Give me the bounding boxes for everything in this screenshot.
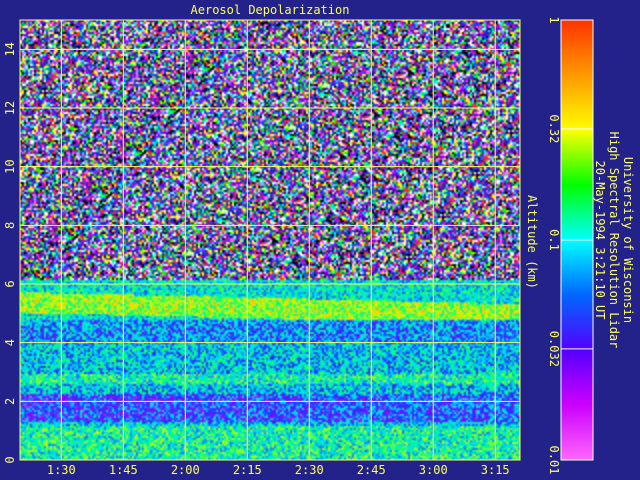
y-tick-label: 8 bbox=[3, 222, 17, 229]
colorbar-tick-label: 0.01 bbox=[547, 446, 561, 475]
y-tick-label: 14 bbox=[3, 42, 17, 56]
y-axis-ticks: 0 2 4 6 8 10 12 14 bbox=[3, 42, 17, 464]
y-tick-label: 10 bbox=[3, 159, 17, 173]
x-tick-label: 2:15 bbox=[233, 463, 262, 477]
colorbar-tick-label: 0.32 bbox=[547, 114, 561, 143]
colorbar-tick-label: 0.1 bbox=[547, 229, 561, 251]
annotation-line2: High Spectral Resolution Lidar bbox=[607, 132, 621, 349]
x-tick-label: 3:00 bbox=[419, 463, 448, 477]
depolarization-chart: Aerosol Depolarization 02468101214 1:30 1… bbox=[3, 3, 635, 477]
annotation-block: University of Wisconsin High Spectral Re… bbox=[593, 132, 635, 349]
y-axis-label: Altitude (km) bbox=[525, 195, 539, 289]
x-tick-label: 1:30 bbox=[47, 463, 76, 477]
y-tick-label: 0 bbox=[3, 456, 17, 463]
x-tick-label: 2:30 bbox=[295, 463, 324, 477]
annotation-line1: University of Wisconsin bbox=[621, 157, 635, 323]
x-tick-label: 2:45 bbox=[357, 463, 386, 477]
heatmap-image bbox=[20, 20, 520, 460]
x-tick-label: 2:00 bbox=[171, 463, 200, 477]
annotation-line3: 20-May-1994 3:21:10 UT bbox=[593, 161, 607, 320]
y-tick-label: 2 bbox=[3, 398, 17, 405]
colorbar-tick-label: 1 bbox=[547, 16, 561, 23]
x-tick-label: 3:15 bbox=[481, 463, 510, 477]
y-tick-label: 4 bbox=[3, 339, 17, 346]
y-tick-label: 12 bbox=[3, 101, 17, 115]
colorbar-tick-label: 0.032 bbox=[547, 331, 561, 367]
lidar-chart-stage: Aerosol Depolarization 0 2 4 6 8 10 12 14 1:30 1… bbox=[0, 0, 640, 480]
x-tick-label: 1:45 bbox=[109, 463, 138, 477]
chart-title: Aerosol Depolarization bbox=[191, 3, 350, 17]
y-tick-label: 6 bbox=[3, 280, 17, 287]
x-axis-ticks: 1:30 1:45 2:00 2:15 2:30 2:45 3:00 3:15 bbox=[47, 463, 510, 477]
